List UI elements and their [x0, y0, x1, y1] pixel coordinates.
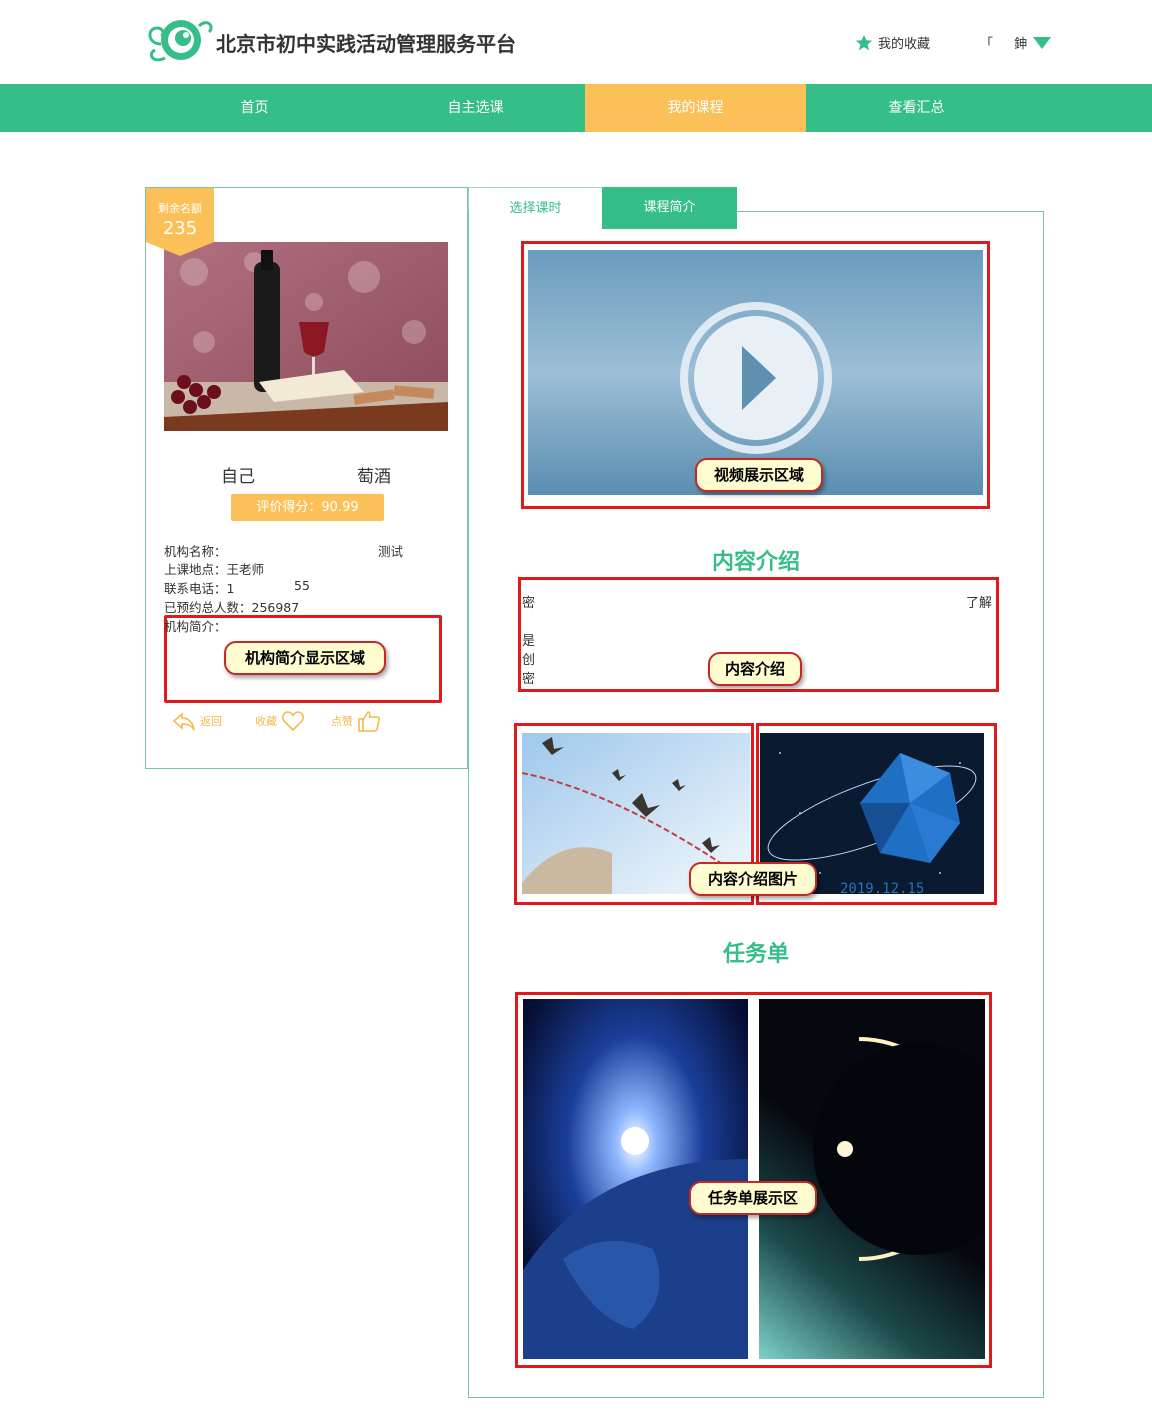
platform-logo-icon [148, 20, 213, 62]
star-icon [855, 34, 873, 50]
content-line-1b: 了解 [965, 596, 992, 611]
phone-value: 55 [294, 578, 310, 593]
content-line-1: 密 [522, 596, 536, 611]
remaining-label: 剩余名额 [158, 202, 202, 215]
nav-item-summary[interactable]: 查看汇总 [806, 84, 1027, 132]
caret-down-icon [1033, 36, 1052, 49]
like-label: 点赞 [331, 715, 353, 728]
total-booked-row: 已预约总人数：256987 [164, 600, 300, 615]
nav-item-home[interactable]: 首页 [144, 84, 365, 132]
score-badge: 评价得分：90.99 [231, 494, 384, 521]
org-name-label: 机构名称： [164, 544, 227, 559]
task-image-earth [523, 999, 748, 1359]
org-name-value: 测试 [378, 544, 404, 559]
org-intro-label: 机构简介： [164, 619, 227, 634]
video-area-callout: 视频展示区域 [695, 458, 823, 492]
org-intro-callout: 机构简介显示区域 [224, 641, 386, 675]
task-image-eclipse [759, 999, 985, 1359]
favorite-button[interactable]: 收藏 [255, 710, 305, 732]
task-heading: 任务单 [722, 942, 789, 967]
back-button[interactable]: 返回 [172, 710, 222, 732]
nav-item-course-selection[interactable]: 自主选课 [365, 84, 586, 132]
site-title: 北京市初中实践活动管理服务平台 [216, 32, 516, 56]
org-name-row: 机构名称： 测试 [164, 541, 403, 560]
task-callout: 任务单展示区 [689, 1181, 817, 1215]
phone-row: 联系电话：1 55 [164, 578, 364, 597]
heart-icon [281, 711, 305, 732]
remaining-badge: 剩余名额 235 [146, 188, 214, 256]
main-nav: 首页 自主选课 我的课程 查看汇总 [0, 84, 1152, 132]
my-favorites-link[interactable]: 我的收藏 [855, 33, 930, 52]
phone-label: 联系电话：1 [164, 581, 235, 596]
favorite-label: 收藏 [255, 715, 277, 728]
reply-arrow-icon [172, 712, 195, 731]
location-row: 上课地点：王老师 [164, 562, 265, 577]
like-button[interactable]: 点赞 [331, 710, 381, 732]
my-favorites-label: 我的收藏 [878, 37, 931, 52]
globe-watermark: 2019.12.15 [840, 881, 924, 894]
remaining-count: 235 [162, 218, 198, 239]
content-heading: 内容介绍 [711, 550, 800, 575]
course-image [164, 242, 448, 431]
header: 北京市初中实践活动管理服务平台 我的收藏 「 鉮 [0, 0, 1152, 84]
user-name: 「 鉮 [980, 37, 1028, 52]
content-line-2: 是 [522, 634, 536, 649]
course-title: 自己 萄酒 [221, 467, 391, 487]
thumbs-up-icon [358, 711, 380, 732]
back-label: 返回 [200, 715, 222, 728]
user-menu[interactable]: 「 鉮 [980, 33, 1052, 52]
content-callout: 内容介绍 [708, 652, 802, 686]
nav-item-my-courses[interactable]: 我的课程 [585, 84, 806, 132]
content-images-callout: 内容介绍图片 [689, 862, 817, 896]
